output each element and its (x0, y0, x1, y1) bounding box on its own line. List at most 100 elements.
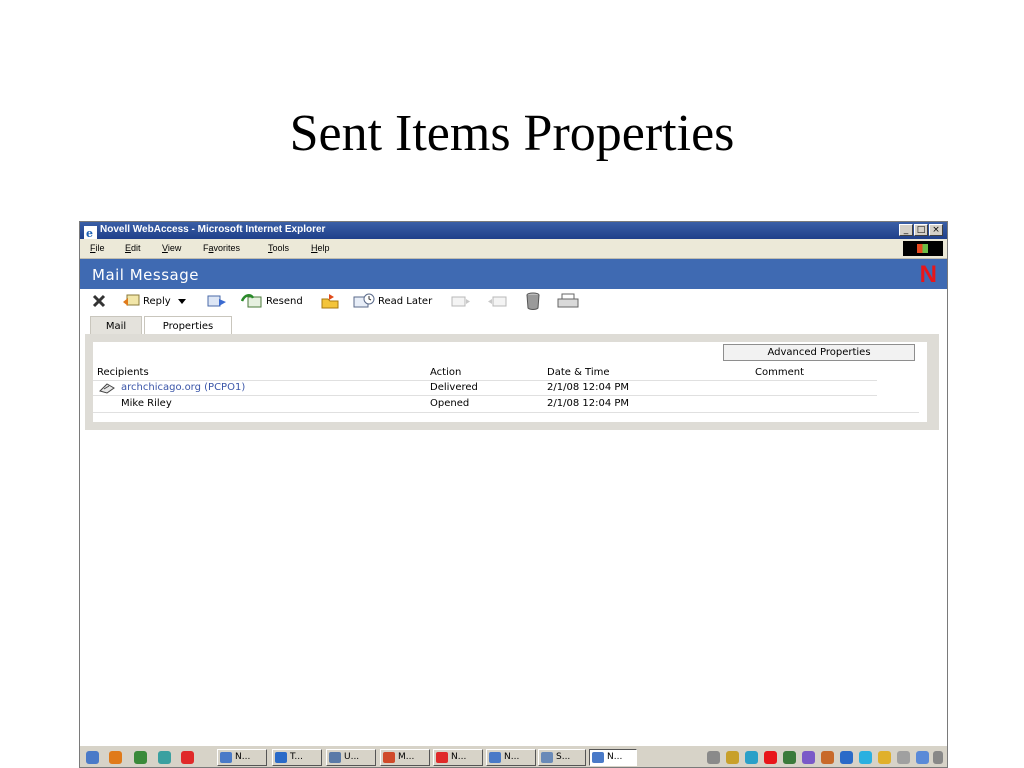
firefox-icon[interactable] (109, 751, 122, 764)
toolbar: Reply Resend Read Later (80, 289, 947, 313)
tray-icon[interactable] (802, 751, 815, 764)
read-later-icon (353, 293, 375, 308)
tab-properties[interactable]: Properties (144, 316, 232, 334)
menu-view-label: iew (167, 243, 182, 253)
taskbar-button-label: N... (235, 752, 251, 762)
properties-panel: Advanced Properties Recipients Action Da… (85, 334, 939, 430)
recipient-action: Delivered (430, 382, 478, 393)
taskbar-button[interactable]: N... (217, 749, 267, 766)
window-title: Novell WebAccess - Microsoft Internet Ex… (100, 224, 326, 235)
tray-icon[interactable] (821, 751, 834, 764)
taskbar-button-label: T... (290, 752, 304, 762)
taskbar-button[interactable]: N... (486, 749, 536, 766)
print-button[interactable] (557, 293, 579, 309)
column-header-action: Action (430, 367, 462, 378)
tray-icon[interactable] (933, 751, 943, 764)
novell-tray-icon[interactable] (764, 751, 777, 764)
tray-icon[interactable] (859, 751, 872, 764)
tray-icon[interactable] (840, 751, 853, 764)
reply-button[interactable]: Reply (122, 293, 187, 309)
taskbar-button-label: M... (398, 752, 415, 762)
reply-icon (123, 294, 140, 306)
windows-flag-icon (917, 244, 928, 253)
column-header-recipients: Recipients (97, 367, 149, 378)
app-header: Mail Message N (80, 259, 947, 289)
recipient-datetime: 2/1/08 12:04 PM (547, 382, 630, 393)
forward-icon (207, 295, 226, 307)
row-divider (93, 395, 877, 396)
properties-content: Advanced Properties Recipients Action Da… (93, 342, 927, 422)
row-divider (93, 412, 919, 413)
app-icon (592, 752, 604, 763)
quicklaunch-icon[interactable] (181, 751, 194, 764)
taskbar-button-active[interactable]: N... (589, 749, 637, 766)
menu-tools[interactable]: Tools (268, 243, 289, 253)
tray-icon[interactable] (897, 751, 910, 764)
advanced-properties-button[interactable]: Advanced Properties (723, 344, 915, 361)
taskbar-button[interactable]: N... (433, 749, 483, 766)
window-controls: _ □ × (899, 224, 943, 236)
move-button[interactable] (320, 293, 340, 309)
taskbar-button-label: N... (504, 752, 520, 762)
menu-edit[interactable]: Edit (125, 243, 141, 253)
tray-icon[interactable] (916, 751, 929, 764)
previous-envelope-icon (488, 296, 507, 307)
menu-file[interactable]: File (90, 243, 105, 253)
resend-button[interactable]: Resend (241, 293, 303, 309)
trash-can-icon (526, 292, 540, 310)
taskbar-button-label: N... (607, 752, 623, 762)
ie-icon: e (84, 224, 97, 240)
novell-logo: N (919, 261, 937, 288)
recipient-link[interactable]: archchicago.org (PCPO1) (121, 382, 245, 393)
taskbar-button-label: N... (451, 752, 467, 762)
delete-button[interactable] (525, 292, 541, 310)
app-icon (329, 752, 341, 763)
next-envelope-icon (451, 296, 470, 307)
header-divider (93, 380, 877, 381)
taskbar-button[interactable]: M... (380, 749, 430, 766)
next-message-button[interactable] (450, 293, 472, 309)
menu-edit-label: dit (131, 243, 141, 253)
previous-message-button[interactable] (486, 293, 508, 309)
taskbar-button[interactable]: S... (538, 749, 586, 766)
tray-icon[interactable] (783, 751, 796, 764)
tab-mail[interactable]: Mail (90, 316, 142, 334)
app-icon (275, 752, 287, 763)
window-titlebar[interactable]: e Novell WebAccess - Microsoft Internet … (80, 222, 947, 240)
recipient-datetime: 2/1/08 12:04 PM (547, 398, 630, 409)
close-button[interactable]: × (929, 224, 943, 236)
tray-icon[interactable] (878, 751, 891, 764)
menu-favorites[interactable]: Favorites (203, 243, 240, 253)
minimize-button[interactable]: _ (899, 224, 913, 236)
printer-icon (557, 293, 579, 308)
taskbar-button[interactable]: T... (272, 749, 322, 766)
app-icon (489, 752, 501, 763)
resend-icon (241, 294, 262, 308)
chevron-down-icon (177, 299, 186, 304)
recipient-name: Mike Riley (121, 398, 172, 409)
quicklaunch-icon[interactable] (158, 751, 171, 764)
menu-help-label: elp (317, 243, 330, 253)
speaker-icon[interactable] (707, 751, 720, 764)
menu-view[interactable]: View (162, 243, 181, 253)
read-later-button[interactable]: Read Later (353, 293, 432, 309)
close-message-button[interactable] (92, 293, 106, 309)
tray-icon[interactable] (745, 751, 758, 764)
taskbar: N... T... U... M... N... N... S... N... (80, 745, 947, 767)
taskbar-button[interactable]: U... (326, 749, 376, 766)
taskbar-button-label: S... (556, 752, 571, 762)
network-icon[interactable] (134, 751, 147, 764)
maximize-button[interactable]: □ (914, 224, 928, 236)
app-icon (383, 752, 395, 763)
quicklaunch-icon[interactable] (86, 751, 99, 764)
menu-help[interactable]: Help (311, 243, 330, 253)
recipient-action: Opened (430, 398, 470, 409)
app-icon (220, 752, 232, 763)
taskbar-button-label: U... (344, 752, 360, 762)
menu-tools-label: ools (272, 243, 290, 253)
column-header-comment: Comment (755, 367, 804, 378)
tray-icon[interactable] (726, 751, 739, 764)
menu-bar: File Edit View Favorites Tools Help (80, 239, 947, 259)
read-later-label: Read Later (378, 295, 433, 307)
forward-button[interactable] (207, 293, 227, 309)
